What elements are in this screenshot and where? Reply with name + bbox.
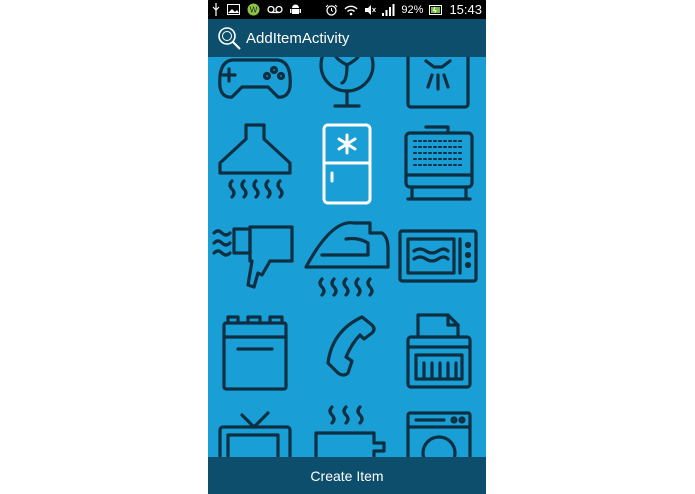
alarm-icon	[326, 4, 338, 16]
kettle-icon	[314, 405, 386, 457]
app-title: AddItemActivity	[246, 30, 350, 47]
mute-icon	[365, 4, 377, 15]
search-app-icon[interactable]	[217, 26, 241, 50]
waffle-maker-icon	[404, 125, 474, 201]
iron-icon	[304, 221, 390, 297]
appliance-icon-grid	[208, 57, 486, 457]
tv-icon	[218, 411, 292, 457]
fan-icon	[319, 57, 375, 108]
usb-icon	[212, 3, 220, 16]
fax-machine-cell[interactable]	[394, 301, 484, 391]
oven-icon	[222, 315, 288, 391]
voicemail-icon	[267, 5, 283, 14]
svg-text:W: W	[250, 6, 258, 15]
phone-screen: W 92% 15:43 AddItemActivity Create Item	[208, 0, 486, 494]
oven-cell[interactable]	[210, 301, 300, 391]
washing-machine-cell[interactable]	[394, 393, 484, 457]
washing-machine-icon	[406, 411, 472, 457]
phone-cell[interactable]	[302, 301, 392, 391]
shower-cell[interactable]	[394, 57, 484, 115]
iron-cell[interactable]	[302, 209, 392, 299]
signal-icon	[382, 3, 395, 16]
fan-cell[interactable]	[302, 57, 392, 115]
range-hood-icon	[218, 123, 292, 199]
microwave-icon	[398, 229, 478, 283]
android-icon	[290, 4, 301, 14]
fridge-icon	[322, 123, 372, 205]
status-bar: W 92% 15:43	[208, 0, 486, 19]
hair-dryer-cell[interactable]	[210, 209, 300, 299]
app-w-icon: W	[247, 3, 260, 16]
kettle-cell[interactable]	[302, 393, 392, 457]
clock: 15:43	[449, 2, 482, 17]
microwave-cell[interactable]	[394, 209, 484, 299]
gamepad-cell[interactable]	[210, 57, 300, 115]
create-item-button[interactable]: Create Item	[208, 457, 486, 494]
shower-icon	[406, 57, 470, 109]
fridge-cell[interactable]	[302, 117, 392, 207]
phone-icon	[326, 315, 376, 377]
waffle-maker-cell[interactable]	[394, 117, 484, 207]
wifi-icon	[344, 5, 358, 15]
gallery-icon	[227, 4, 240, 15]
gamepad-icon	[218, 58, 292, 99]
tv-cell[interactable]	[210, 393, 300, 457]
hair-dryer-icon	[212, 225, 294, 289]
range-hood-cell[interactable]	[210, 117, 300, 207]
battery-icon	[429, 4, 443, 15]
action-bar: AddItemActivity	[208, 19, 486, 57]
fax-machine-icon	[406, 313, 472, 389]
create-item-label: Create Item	[310, 467, 384, 484]
battery-percent: 92%	[401, 3, 424, 16]
